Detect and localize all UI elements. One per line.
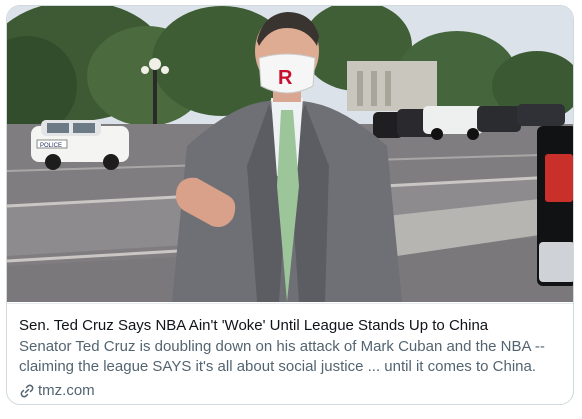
svg-text:R: R — [278, 67, 293, 89]
source-domain[interactable]: tmz.com — [38, 381, 95, 401]
article-description: Senator Ted Cruz is doubling down on his… — [19, 338, 545, 375]
link-preview-text: Sen. Ted Cruz Says NBA Ain't 'Woke' Unti… — [7, 303, 573, 404]
article-photo[interactable]: POLICE R — [7, 6, 573, 302]
article-headline[interactable]: Sen. Ted Cruz Says NBA Ain't 'Woke' Unti… — [19, 316, 561, 336]
link-preview-card[interactable]: POLICE R Sen. Ted Cruz Says NBA Ain't 'W… — [6, 5, 574, 405]
police-car-label: POLICE — [40, 143, 62, 149]
article-source[interactable]: tmz.com — [19, 381, 561, 401]
pickup-truck — [537, 126, 573, 286]
lamp-post — [153, 61, 157, 126]
link-icon — [19, 383, 35, 399]
